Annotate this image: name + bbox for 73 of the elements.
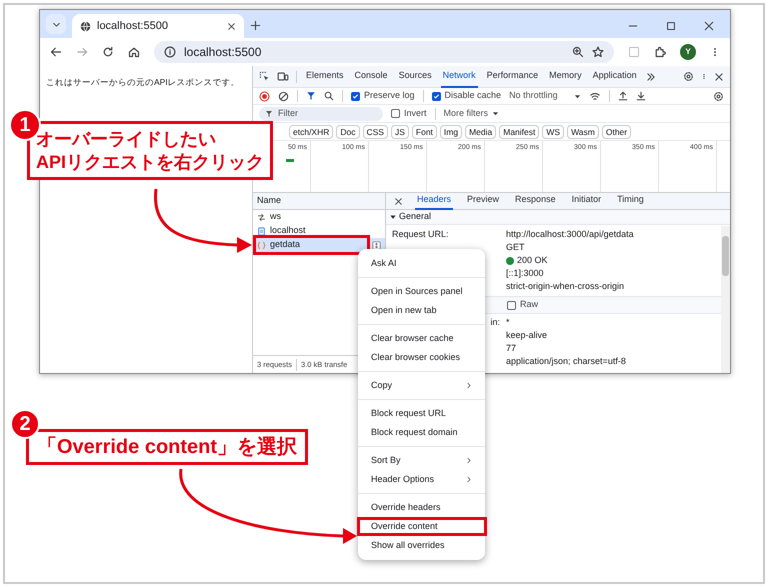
menu-item[interactable]: Header Options bbox=[358, 470, 485, 489]
devtools-tab[interactable]: Sources bbox=[396, 66, 434, 88]
devtools-tab[interactable]: Memory bbox=[547, 66, 584, 88]
request-row[interactable]: localhost bbox=[253, 224, 385, 238]
devtools-tab[interactable]: Network bbox=[440, 66, 478, 88]
checkbox-label: Invert bbox=[404, 106, 427, 120]
page-text: これはサーバーからの元のAPIレスポンスです。 bbox=[46, 76, 241, 89]
placeholder-text: Filter bbox=[278, 106, 298, 120]
dropdown-label: More filters bbox=[444, 106, 488, 120]
menu-item[interactable]: Override content bbox=[358, 517, 485, 536]
details-tab[interactable]: Preview bbox=[465, 192, 502, 210]
dropdown-value: No throttling bbox=[509, 89, 558, 102]
request-name: localhost bbox=[270, 224, 307, 238]
type-filter-chip[interactable]: Font bbox=[412, 124, 437, 138]
menu-item[interactable]: Copy bbox=[358, 376, 485, 395]
menu-item[interactable]: Ask AI bbox=[358, 254, 485, 273]
type-filter-chip[interactable]: Img bbox=[440, 124, 462, 138]
devtools-tab[interactable]: Console bbox=[352, 66, 390, 88]
devtools-tab[interactable]: Application bbox=[590, 66, 639, 88]
filter-field[interactable]: Filter bbox=[259, 106, 383, 120]
checkbox-label: Disable cache bbox=[444, 89, 502, 102]
section-header[interactable]: General bbox=[386, 210, 730, 225]
section-title: General bbox=[399, 210, 432, 224]
header-name: in: bbox=[490, 316, 500, 327]
request-row[interactable]: ws bbox=[253, 210, 385, 224]
header-value: strict-origin-when-cross-origin bbox=[506, 280, 624, 293]
header-value: 200 OK bbox=[517, 254, 548, 267]
header-value: 77 bbox=[506, 342, 516, 355]
request-row[interactable]: getdata bbox=[253, 238, 385, 252]
header-value: [::1]:3000 bbox=[506, 266, 544, 280]
step-number: 2 bbox=[10, 409, 40, 439]
menu-item[interactable]: Override headers bbox=[358, 498, 485, 517]
header-value: GET bbox=[506, 240, 525, 254]
devtools-tab[interactable]: Elements bbox=[304, 66, 346, 88]
request-name: getdata bbox=[270, 238, 302, 252]
address-bar[interactable]: localhost:5500 bbox=[154, 41, 614, 63]
details-tab[interactable]: Timing bbox=[615, 192, 646, 210]
request-name: ws bbox=[270, 210, 282, 224]
column-header[interactable]: Name bbox=[257, 194, 282, 208]
type-filter-chip[interactable]: Doc bbox=[336, 124, 360, 138]
browser-tab[interactable]: localhost:5500 bbox=[72, 14, 244, 38]
header-value: * bbox=[506, 316, 510, 329]
callout-text: 「Override content」を選択 bbox=[26, 429, 308, 465]
type-filter-chip[interactable]: WS bbox=[542, 124, 564, 138]
menu-item[interactable]: Block request URL bbox=[358, 404, 485, 423]
type-filter-chip[interactable]: JS bbox=[390, 124, 409, 138]
details-tab[interactable]: Response bbox=[513, 192, 558, 210]
menu-item[interactable]: Sort By bbox=[358, 451, 485, 470]
type-filter-chip[interactable]: etch/XHR bbox=[289, 124, 334, 138]
checkbox-label: Raw bbox=[520, 298, 538, 312]
type-filter-chip[interactable]: Media bbox=[465, 124, 496, 138]
type-filter-chip[interactable]: Other bbox=[602, 124, 632, 138]
profile-avatar[interactable]: Y bbox=[680, 44, 696, 60]
type-filter-chip[interactable]: CSS bbox=[362, 124, 388, 138]
type-filter-chip[interactable]: Wasm bbox=[567, 124, 599, 138]
menu-item[interactable]: Block request domain bbox=[358, 423, 485, 442]
more-filters-dropdown[interactable]: More filters bbox=[444, 106, 500, 120]
menu-item[interactable]: Open in Sources panel bbox=[358, 282, 485, 301]
header-name: Request URL: bbox=[392, 228, 449, 239]
details-tab[interactable]: Initiator bbox=[570, 192, 604, 210]
menu-item[interactable]: Show all overrides bbox=[358, 536, 485, 555]
checkbox-label: Preserve log bbox=[364, 89, 415, 102]
url-text: localhost:5500 bbox=[184, 44, 262, 61]
devtools-tab[interactable]: Performance bbox=[484, 66, 540, 88]
tab-title: localhost:5500 bbox=[97, 18, 169, 34]
header-value: http://localhost:3000/api/getdata bbox=[506, 228, 634, 241]
throttling-dropdown[interactable]: No throttling bbox=[509, 89, 581, 103]
menu-item[interactable]: Clear browser cache bbox=[358, 329, 485, 348]
header-value: keep-alive bbox=[506, 328, 548, 342]
menu-item[interactable]: Open in new tab bbox=[358, 301, 485, 320]
menu-item[interactable]: Clear browser cookies bbox=[358, 348, 485, 367]
type-filter-chip[interactable]: Manifest bbox=[499, 124, 540, 138]
header-value: application/json; charset=utf-8 bbox=[506, 354, 626, 368]
